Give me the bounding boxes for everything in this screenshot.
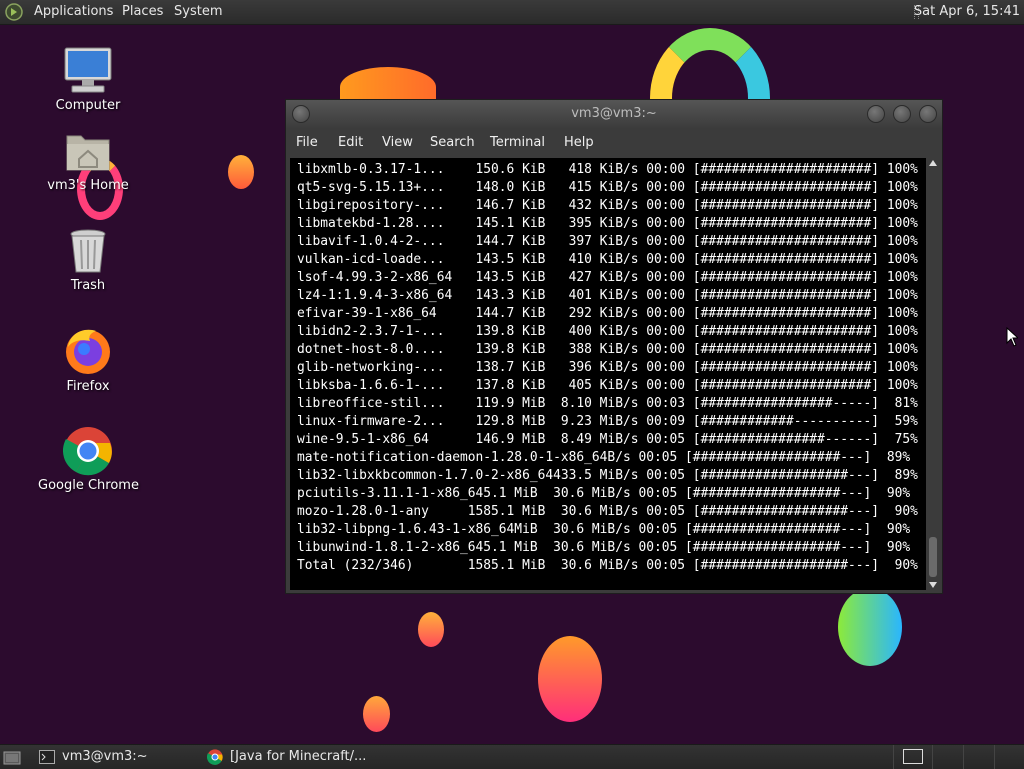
edit-menu[interactable]: Edit	[338, 135, 363, 150]
scroll-down-arrow-icon[interactable]	[929, 582, 937, 588]
terminal-line: glib-networking-... 138.7 KiB 396 KiB/s …	[297, 360, 918, 375]
terminal-line: mate-notification-daemon-1.28.0-1-x86_64…	[297, 450, 911, 465]
terminal-line: Total (232/346) 1585.1 MiB 30.6 MiB/s 00…	[297, 558, 918, 573]
terminal-line: lz4-1:1.9.4-3-x86_64 143.3 KiB 401 KiB/s…	[297, 288, 918, 303]
desktop-icon-label: Computer	[55, 98, 121, 113]
minimize-button[interactable]	[867, 105, 885, 123]
terminal-line: libgirepository-... 146.7 KiB 432 KiB/s …	[297, 198, 918, 213]
terminal-line: libksba-1.6.6-1-... 137.8 KiB 405 KiB/s …	[297, 378, 918, 393]
home-folder-icon	[66, 135, 110, 171]
mate-logo-icon[interactable]	[5, 3, 23, 21]
wallpaper-bubble	[418, 612, 444, 647]
terminal-line: libunwind-1.8.1-2-x86_645.1 MiB 30.6 MiB…	[297, 540, 911, 555]
home-desktop-icon[interactable]: vm3's Home	[38, 126, 138, 193]
workspace-3[interactable]	[963, 745, 994, 769]
top-panel: Applications Places System Sat Apr 6, 15…	[0, 0, 1024, 25]
desktop-icon-label: Google Chrome	[38, 478, 139, 493]
wallpaper-bubble	[538, 636, 602, 722]
terminal-line: wine-9.5-1-x86_64 146.9 MiB 8.49 MiB/s 0…	[297, 432, 918, 447]
chrome-icon	[207, 749, 223, 765]
terminal-output[interactable]: libxmlb-0.3.17-1... 150.6 KiB 418 KiB/s …	[290, 158, 926, 590]
file-menu[interactable]: File	[296, 135, 318, 150]
maximize-button[interactable]	[893, 105, 911, 123]
wallpaper-bubble	[363, 696, 390, 732]
wallpaper-bubble	[838, 588, 902, 666]
workspace-4[interactable]	[994, 745, 1024, 769]
clock[interactable]: Sat Apr 6, 15:41	[914, 4, 1020, 19]
computer-icon	[64, 47, 112, 93]
bottom-panel: vm3@vm3:~ [Java for Minecraft/...	[0, 744, 1024, 769]
terminal-line: linux-firmware-2... 129.8 MiB 9.23 MiB/s…	[297, 414, 918, 429]
workspace-thumbnail	[903, 749, 923, 764]
terminal-line: lib32-libxkbcommon-1.7.0-2-x86_64433.5 M…	[297, 468, 918, 483]
system-menu[interactable]: System	[174, 4, 222, 19]
places-menu[interactable]: Places	[122, 4, 163, 19]
terminal-line: libxmlb-0.3.17-1... 150.6 KiB 418 KiB/s …	[297, 162, 918, 177]
workspace-1[interactable]	[893, 745, 932, 769]
window-title: vm3@vm3:~	[571, 106, 657, 121]
taskbar-item-terminal[interactable]: vm3@vm3:~	[36, 747, 196, 767]
firefox-desktop-icon[interactable]: Firefox	[38, 325, 138, 394]
terminal-line: libreoffice-stil... 119.9 MiB 8.10 MiB/s…	[297, 396, 918, 411]
desktop-icon-label: Firefox	[66, 379, 110, 394]
scrollbar-thumb[interactable]	[929, 537, 937, 577]
terminal-line: lsof-4.99.3-2-x86_64 143.5 KiB 427 KiB/s…	[297, 270, 918, 285]
terminal-line: libavif-1.0.4-2-... 144.7 KiB 397 KiB/s …	[297, 234, 918, 249]
terminal-scrollbar[interactable]	[927, 158, 939, 590]
applications-menu[interactable]: Applications	[34, 4, 113, 19]
terminal-window[interactable]: vm3@vm3:~ File Edit View Search Terminal…	[285, 99, 943, 594]
firefox-icon	[66, 329, 110, 374]
terminal-line: lib32-libpng-1.6.43-1-x86_64MiB 30.6 MiB…	[297, 522, 911, 537]
terminal-line: vulkan-icd-loade... 143.5 KiB 410 KiB/s …	[297, 252, 918, 267]
terminal-menubar: File Edit View Search Terminal Help	[286, 129, 942, 157]
terminal-icon	[39, 750, 55, 764]
computer-desktop-icon[interactable]: Computer	[38, 44, 138, 113]
close-button[interactable]	[919, 105, 937, 123]
scroll-up-arrow-icon[interactable]	[929, 160, 937, 166]
trash-icon	[70, 229, 106, 273]
terminal-menu[interactable]: Terminal	[490, 135, 545, 150]
taskbar-item-label: vm3@vm3:~	[62, 749, 148, 764]
terminal-line: pciutils-3.11.1-1-x86_645.1 MiB 30.6 MiB…	[297, 486, 911, 501]
show-desktop-icon[interactable]	[3, 748, 21, 768]
workspace-2[interactable]	[932, 745, 963, 769]
view-menu[interactable]: View	[382, 135, 413, 150]
terminal-line: efivar-39-1-x86_64 144.7 KiB 292 KiB/s 0…	[297, 306, 918, 321]
terminal-line: dotnet-host-8.0.... 139.8 KiB 388 KiB/s …	[297, 342, 918, 357]
terminal-line: libidn2-2.3.7-1-... 139.8 KiB 400 KiB/s …	[297, 324, 918, 339]
window-titlebar[interactable]: vm3@vm3:~	[286, 100, 942, 128]
taskbar-item-label: [Java for Minecraft/...	[230, 749, 367, 764]
trash-desktop-icon[interactable]: Trash	[38, 226, 138, 293]
wallpaper-bubble	[228, 155, 254, 189]
terminal-line: libmatekbd-1.28.... 145.1 KiB 395 KiB/s …	[297, 216, 918, 231]
taskbar-item-chrome[interactable]: [Java for Minecraft/...	[204, 747, 384, 767]
help-menu[interactable]: Help	[564, 135, 594, 150]
desktop-icon-label: Trash	[70, 278, 106, 293]
terminal-line: qt5-svg-5.15.13+... 148.0 KiB 415 KiB/s …	[297, 180, 918, 195]
desktop-icon-label: vm3's Home	[47, 178, 129, 193]
chrome-icon	[63, 427, 112, 476]
mouse-pointer-icon	[1006, 327, 1018, 347]
terminal-line: mozo-1.28.0-1-any 1585.1 MiB 30.6 MiB/s …	[297, 504, 918, 519]
chrome-desktop-icon[interactable]: Google Chrome	[38, 426, 139, 493]
search-menu[interactable]: Search	[430, 135, 475, 150]
